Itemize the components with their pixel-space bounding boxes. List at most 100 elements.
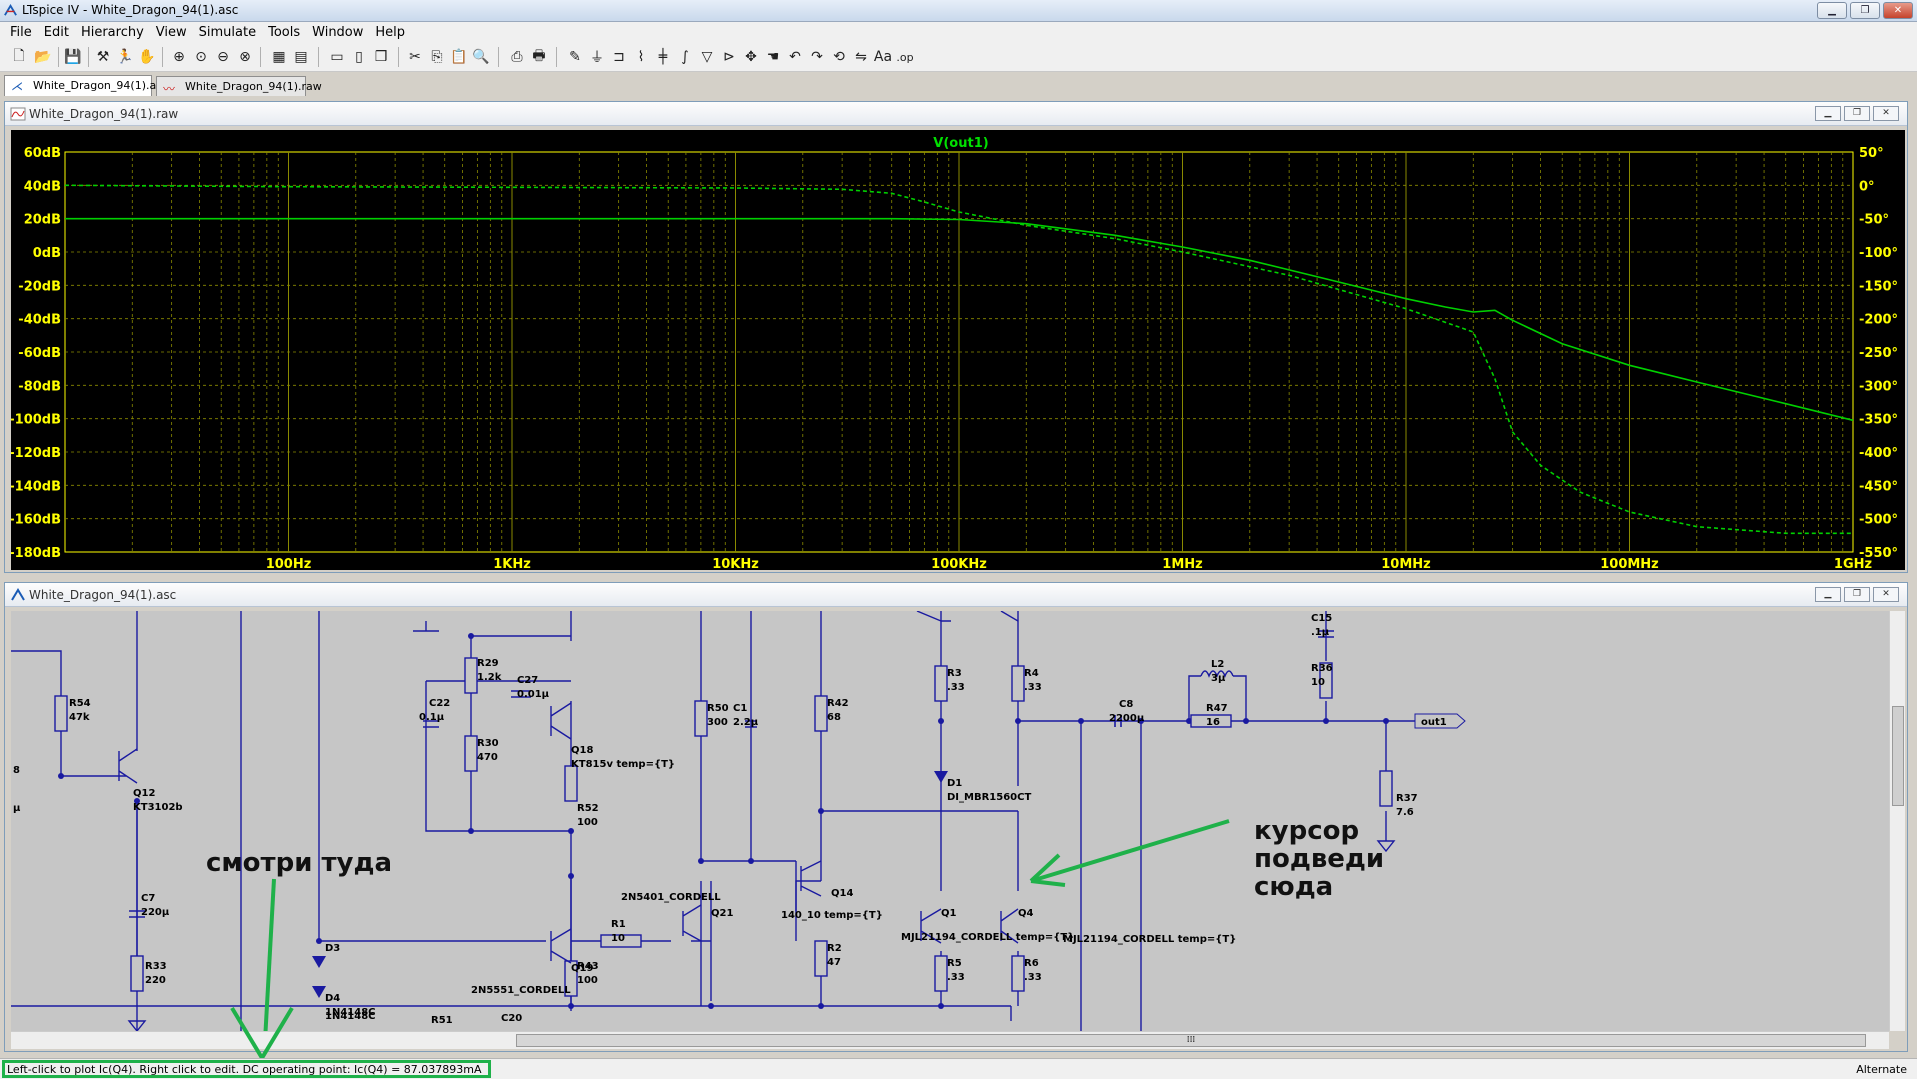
panel-minimize-button[interactable]: ▁ bbox=[1815, 587, 1841, 602]
ref-q18[interactable]: Q18 bbox=[571, 745, 593, 756]
value-r36[interactable]: 10 bbox=[1311, 677, 1325, 688]
menu-help[interactable]: Help bbox=[369, 25, 411, 40]
ref-c20[interactable]: C20 bbox=[501, 1013, 522, 1024]
ref-r1[interactable]: R1 bbox=[611, 919, 626, 930]
find-icon[interactable]: 🔍 bbox=[472, 48, 490, 66]
panel-close-button[interactable]: ✕ bbox=[1873, 587, 1899, 602]
tile-vertical-icon[interactable]: ▯ bbox=[350, 48, 368, 66]
value-q19[interactable]: 2N5551_CORDELL bbox=[471, 985, 571, 996]
new-schematic-icon[interactable]: 🗋 bbox=[10, 48, 28, 66]
value-r6[interactable]: .33 bbox=[1024, 972, 1042, 983]
ref-c8[interactable]: C8 bbox=[1119, 699, 1133, 710]
ref-r54[interactable]: R54 bbox=[69, 698, 91, 709]
ref-c22[interactable]: C22 bbox=[429, 698, 450, 709]
ref-r37[interactable]: R37 bbox=[1396, 793, 1418, 804]
value-c15[interactable]: .1µ bbox=[1311, 627, 1330, 638]
ref-l2[interactable]: L2 bbox=[1211, 659, 1224, 670]
ref-r29[interactable]: R29 bbox=[477, 658, 499, 669]
value-q12[interactable]: KT3102b bbox=[133, 802, 183, 813]
ref-r4[interactable]: R4 bbox=[1024, 668, 1039, 679]
menu-edit[interactable]: Edit bbox=[38, 25, 75, 40]
ref-c1[interactable]: C1 bbox=[733, 703, 747, 714]
control-panel-icon[interactable]: ⚒ bbox=[94, 48, 112, 66]
menu-window[interactable]: Window bbox=[306, 25, 369, 40]
zoom-out-icon[interactable]: ⊖ bbox=[214, 48, 232, 66]
panel-minimize-button[interactable]: ▁ bbox=[1815, 106, 1841, 121]
ref-r5[interactable]: R5 bbox=[947, 958, 962, 969]
open-icon[interactable]: 📂 bbox=[34, 48, 52, 66]
value-q4[interactable]: MJL21194_CORDELL temp={T} bbox=[1063, 934, 1236, 945]
ref-r43[interactable]: R43 bbox=[577, 961, 599, 972]
value-r50[interactable]: 300 bbox=[707, 717, 728, 728]
ref-r30[interactable]: R30 bbox=[477, 738, 499, 749]
menu-simulate[interactable]: Simulate bbox=[193, 25, 262, 40]
menu-hierarchy[interactable]: Hierarchy bbox=[75, 25, 150, 40]
ref-q12[interactable]: Q12 bbox=[133, 788, 155, 799]
vertical-scrollbar[interactable] bbox=[1889, 611, 1905, 1031]
ref-q21[interactable]: Q21 bbox=[711, 908, 733, 919]
ref-d3[interactable]: D3 bbox=[325, 943, 340, 954]
zoom-fit-icon[interactable]: ⊗ bbox=[236, 48, 254, 66]
value-q14[interactable]: 140_10 temp={T} bbox=[781, 910, 883, 921]
panel-restore-button[interactable]: ❐ bbox=[1844, 106, 1870, 121]
ref-r47[interactable]: R47 bbox=[1206, 703, 1228, 714]
value-r30[interactable]: 470 bbox=[477, 752, 498, 763]
ground-icon[interactable]: ⏚ bbox=[588, 48, 606, 66]
ref-r33[interactable]: R33 bbox=[145, 961, 167, 972]
value-q21[interactable]: 2N5401_CORDELL bbox=[621, 892, 721, 903]
print-icon[interactable]: 🖶 bbox=[530, 48, 548, 66]
value-r33[interactable]: 220 bbox=[145, 975, 166, 986]
redo-icon[interactable]: ↷ bbox=[808, 48, 826, 66]
value-r42[interactable]: 68 bbox=[827, 712, 841, 723]
ref-r51[interactable]: R51 bbox=[431, 1015, 453, 1026]
panel-close-button[interactable]: ✕ bbox=[1873, 106, 1899, 121]
move-icon[interactable]: ✥ bbox=[742, 48, 760, 66]
resistor-icon[interactable]: ⌇ bbox=[632, 48, 650, 66]
value-r1[interactable]: 10 bbox=[611, 933, 625, 944]
save-icon[interactable]: 💾 bbox=[64, 48, 82, 66]
undo-icon[interactable]: ↶ bbox=[786, 48, 804, 66]
close-button[interactable]: ✕ bbox=[1883, 2, 1913, 19]
bode-plot[interactable]: 60dB 50° 40dB 0° 20dB -50° 0dB -100° -20dB -150° -… bbox=[11, 130, 1905, 570]
panel-restore-button[interactable]: ❐ bbox=[1844, 587, 1870, 602]
value-r29[interactable]: 1.2k bbox=[477, 672, 502, 683]
tab-schematic[interactable]: ⋌ White_Dragon_94(1).asc bbox=[4, 75, 168, 96]
value-c8[interactable]: 2200µ bbox=[1109, 713, 1145, 724]
schematic-canvas[interactable]: out1 R54 47k Q12 KT3102b C7 220µ R33 220 R29 1.2k… bbox=[11, 611, 1905, 1031]
ref-r2[interactable]: R2 bbox=[827, 943, 842, 954]
rotate-icon[interactable]: ⟲ bbox=[830, 48, 848, 66]
cascade-icon[interactable]: ❒ bbox=[372, 48, 390, 66]
zoom-in-icon[interactable]: ⊕ bbox=[170, 48, 188, 66]
ref-c7[interactable]: C7 bbox=[141, 893, 155, 904]
value-r43[interactable]: 100 bbox=[577, 975, 598, 986]
value-q1[interactable]: MJL21194_CORDELL temp={T} bbox=[901, 932, 1074, 943]
value-r52[interactable]: 100 bbox=[577, 817, 598, 828]
ref-d4[interactable]: D4 bbox=[325, 993, 340, 1004]
ref-q4[interactable]: Q4 bbox=[1018, 908, 1034, 919]
zoom-pan-icon[interactable]: ⊙ bbox=[192, 48, 210, 66]
ref-q1[interactable]: Q1 bbox=[941, 908, 957, 919]
halt-icon[interactable]: ✋ bbox=[138, 48, 156, 66]
value-l2[interactable]: 3µ bbox=[1211, 673, 1226, 684]
component-icon[interactable]: ⊳ bbox=[720, 48, 738, 66]
value-r4[interactable]: .33 bbox=[1024, 682, 1042, 693]
value-c22[interactable]: 0.1µ bbox=[419, 712, 445, 723]
value-r5[interactable]: .33 bbox=[947, 972, 965, 983]
inductor-icon[interactable]: ∫ bbox=[676, 48, 694, 66]
draw-wire-icon[interactable]: ✎ bbox=[566, 48, 584, 66]
text-icon[interactable]: Aa bbox=[874, 48, 892, 66]
label-net-icon[interactable]: ⊐ bbox=[610, 48, 628, 66]
value-c27[interactable]: 0.01µ bbox=[517, 689, 550, 700]
ref-d1[interactable]: D1 bbox=[947, 778, 962, 789]
value-q18[interactable]: KT815v temp={T} bbox=[571, 759, 675, 770]
ref-r52[interactable]: R52 bbox=[577, 803, 599, 814]
autorange-icon[interactable]: ▦ bbox=[270, 48, 288, 66]
chart-title[interactable]: V(out1) bbox=[933, 136, 988, 151]
vertical-scroll-thumb[interactable] bbox=[1892, 706, 1904, 806]
spice-directive-icon[interactable]: .op bbox=[896, 48, 914, 66]
value-c7[interactable]: 220µ bbox=[141, 907, 170, 918]
out1-net-label[interactable]: out1 bbox=[1414, 713, 1466, 729]
value-r2[interactable]: 47 bbox=[827, 957, 841, 968]
value-c1[interactable]: 2.2µ bbox=[733, 717, 759, 728]
minimize-button[interactable]: ▁ bbox=[1817, 2, 1847, 19]
